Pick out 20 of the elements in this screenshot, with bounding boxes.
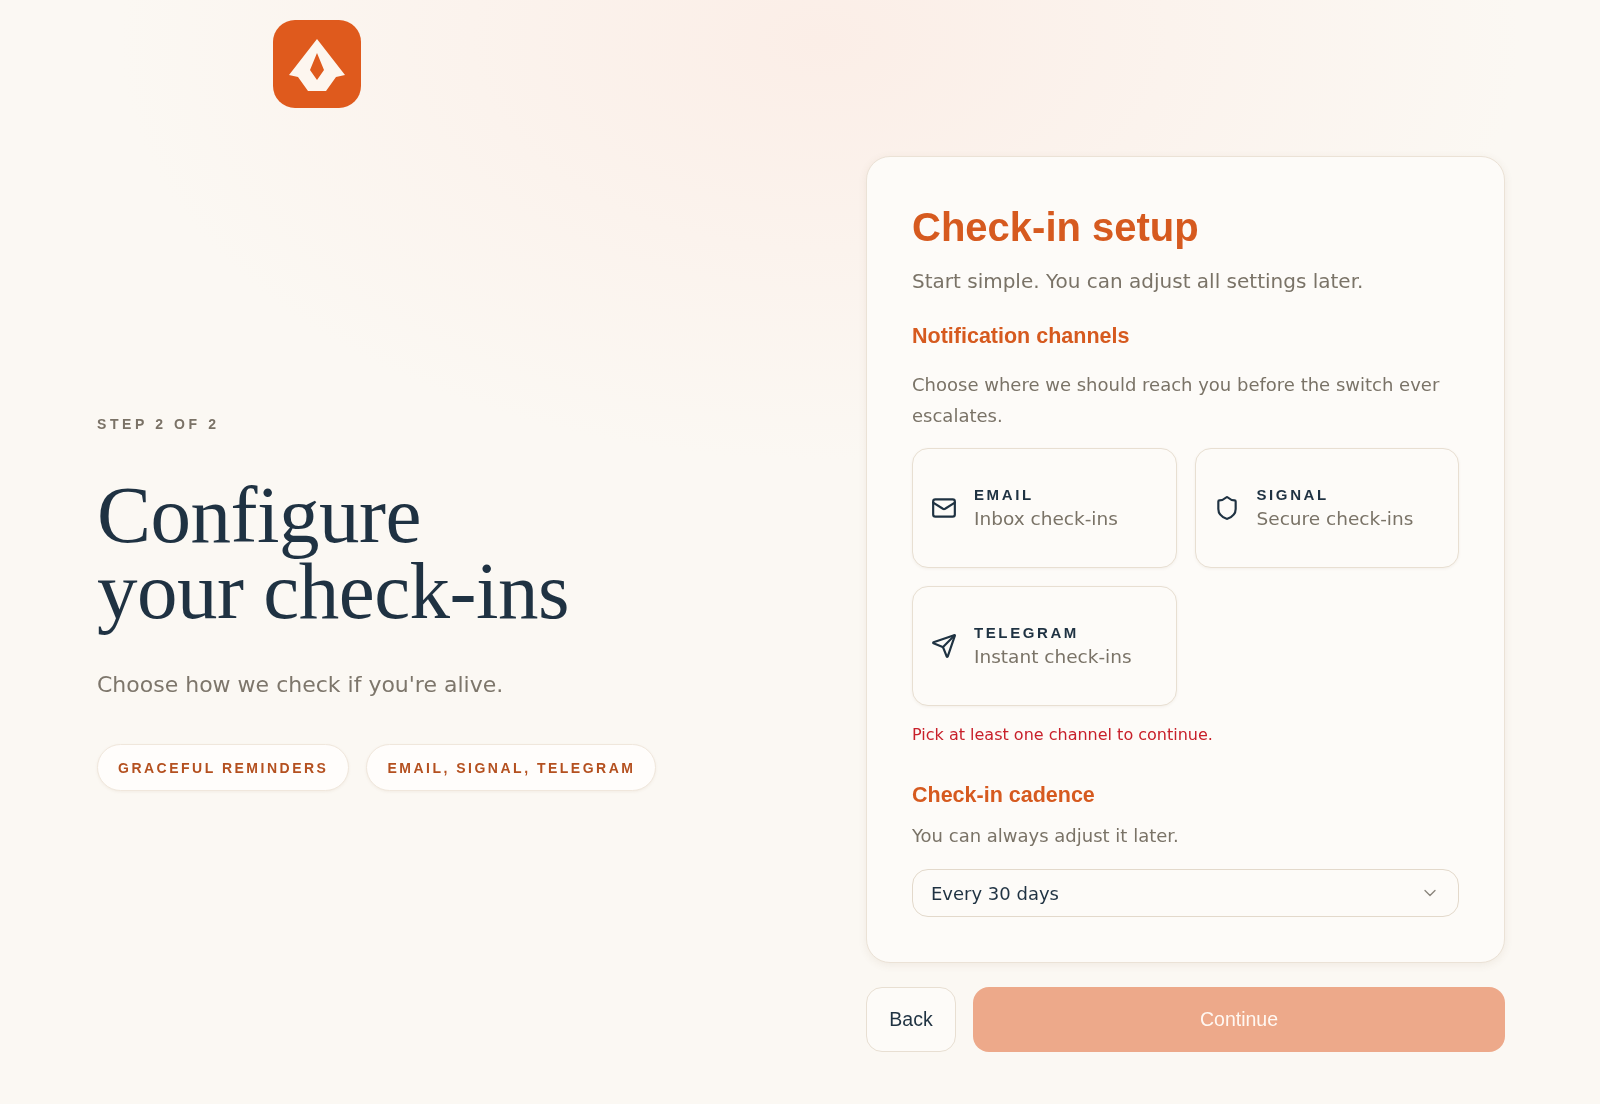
section-heading: Notification channels: [912, 324, 1131, 348]
feature-tag: EMAIL, SIGNAL, TELEGRAM: [366, 744, 657, 791]
page-subtitle: Choose how we check if you're alive.: [97, 671, 504, 699]
cadence-select[interactable]: Every 30 days: [912, 869, 1459, 917]
feature-tag: GRACEFUL REMINDERS: [97, 744, 350, 791]
section-description: You can always adjust it later.: [912, 824, 1180, 848]
card-title: Check-in setup: [912, 204, 1200, 251]
section-description: Choose where we should reach you before the switch ever escalates.: [912, 373, 1441, 428]
mail-icon: [931, 495, 957, 521]
channel-option[interactable]: SIGNAL Secure check-ins: [1194, 448, 1459, 568]
paper-plane-icon: [931, 633, 957, 659]
card-subtitle: Start simple. You can adjust all settings later.: [912, 269, 1365, 293]
step-indicator: STEP 2 OF 2: [97, 415, 220, 433]
back-button[interactable]: Back: [866, 987, 956, 1052]
channel-option[interactable]: EMAIL Inbox check-ins: [912, 448, 1177, 568]
page-title: Configure your check-ins: [97, 473, 570, 638]
channel-option[interactable]: TELEGRAM Instant check-ins: [912, 586, 1177, 706]
error-message: Pick at least one channel to continue.: [912, 725, 1214, 745]
logo-icon: [273, 20, 361, 108]
section-heading: Check-in cadence: [912, 783, 1096, 807]
